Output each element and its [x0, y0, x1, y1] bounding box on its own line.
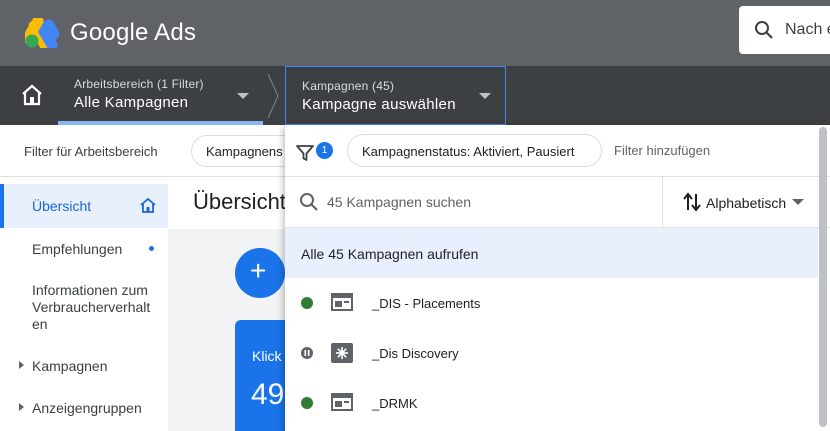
- campaign-name: _DIS - Placements: [372, 296, 481, 311]
- sort-label: Alphabetisch: [706, 195, 787, 211]
- campaign-list-item[interactable]: _DRMK: [285, 378, 818, 428]
- filter-funnel-icon: [296, 145, 314, 161]
- chevron-down-icon[interactable]: [479, 93, 491, 100]
- chevron-down-icon: [792, 199, 804, 205]
- sidebar-item-ad-groups[interactable]: Anzeigengruppen: [0, 387, 168, 429]
- chip-label: Kampagnenstatus: Aktiviert, Pausiert: [362, 144, 575, 159]
- global-search[interactable]: Nach e: [739, 6, 830, 54]
- plus-icon: +: [250, 255, 267, 286]
- campaign-name: _Dis Discovery: [372, 346, 459, 361]
- top-bar: Google Ads Nach e: [0, 0, 830, 66]
- scrollbar-thumb[interactable]: [819, 127, 827, 427]
- sidebar-item-label: Übersicht: [32, 198, 92, 214]
- page-title: Übersicht: [193, 189, 286, 214]
- sidebar-item-label: Anzeigengruppen: [32, 400, 142, 416]
- sidebar-item-label-line: en: [32, 316, 48, 332]
- workspace-value: Alle Kampagnen: [74, 94, 189, 111]
- campaign-selector[interactable]: Kampagnen (45) Kampagne auswählen: [285, 66, 506, 125]
- workspace-label: Arbeitsbereich (1 Filter): [74, 77, 204, 91]
- sidebar-item-overview[interactable]: Übersicht: [0, 184, 168, 228]
- sidebar-item-recommendations[interactable]: Empfehlungen: [0, 228, 168, 270]
- campaign-list-item[interactable]: _Dis Discovery: [285, 328, 818, 378]
- dropdown-scrollbar[interactable]: [819, 127, 827, 427]
- search-icon: [300, 193, 318, 211]
- campaign-status-filter-chip[interactable]: Kampagnenstatus: Aktiviert, Pausiert: [347, 134, 602, 167]
- metric-value: 49: [251, 378, 285, 411]
- google-ads-logo-icon[interactable]: [25, 18, 59, 48]
- sidebar: Übersicht Empfehlungen Informationen zum…: [0, 177, 168, 431]
- expand-arrow-icon[interactable]: [19, 403, 24, 411]
- sort-dropdown[interactable]: Alphabetisch: [662, 177, 830, 227]
- paused-status-icon: [301, 347, 313, 359]
- expand-arrow-icon[interactable]: [19, 361, 24, 369]
- sidebar-item-label-line: Verbraucherverhalt: [32, 299, 151, 315]
- sort-icon: [683, 192, 701, 212]
- display-icon: [331, 293, 353, 311]
- active-indicator: [0, 184, 4, 228]
- enabled-status-icon: [301, 297, 313, 309]
- campaign-name: _DRMK: [372, 396, 418, 411]
- display-icon: [331, 393, 353, 411]
- discovery-icon: [331, 343, 353, 363]
- campaign-selector-value: Kampagne auswählen: [302, 96, 456, 113]
- home-icon: [140, 198, 156, 213]
- create-button[interactable]: +: [235, 248, 285, 298]
- campaign-search-input[interactable]: [327, 187, 647, 217]
- filter-count-badge: 1: [316, 142, 333, 159]
- workspace-selector[interactable]: Arbeitsbereich (1 Filter) Alle Kampagnen: [74, 77, 204, 111]
- campaign-selector-label: Kampagnen (45): [302, 79, 395, 93]
- navigation-bar: Arbeitsbereich (1 Filter) Alle Kampagnen…: [0, 66, 830, 125]
- sidebar-item-consumer-insights[interactable]: Informationen zum Verbraucherverhalt en: [0, 273, 168, 337]
- workspace-filter-label: Filter für Arbeitsbereich: [24, 144, 158, 159]
- sidebar-item-campaigns[interactable]: Kampagnen: [0, 345, 168, 387]
- metric-label: Klick: [252, 348, 282, 364]
- dropdown-filter-row: 1 Kampagnenstatus: Aktiviert, Pausiert F…: [285, 125, 830, 177]
- filter-button[interactable]: 1: [295, 137, 333, 167]
- chip-label: Kampagnens: [206, 144, 283, 159]
- dropdown-search-row: Alphabetisch: [285, 176, 830, 228]
- sidebar-item-label: Kampagnen: [32, 358, 108, 374]
- view-all-label: Alle 45 Kampagnen aufrufen: [301, 246, 479, 262]
- chevron-down-icon[interactable]: [237, 93, 249, 100]
- view-all-campaigns-item[interactable]: Alle 45 Kampagnen aufrufen: [285, 228, 818, 278]
- home-icon[interactable]: [20, 84, 44, 106]
- search-icon: [755, 21, 773, 39]
- add-filter-link[interactable]: Filter hinzufügen: [614, 143, 710, 158]
- campaign-list-item[interactable]: _DIS - Placements: [285, 278, 818, 328]
- breadcrumb-chevron-icon: [267, 73, 279, 119]
- campaign-picker-dropdown: 1 Kampagnenstatus: Aktiviert, Pausiert F…: [285, 125, 830, 431]
- brand-name: Google Ads: [70, 19, 197, 46]
- notification-dot: [149, 246, 154, 251]
- sidebar-item-label-line: Informationen zum: [32, 282, 148, 298]
- sidebar-item-label: Empfehlungen: [32, 241, 123, 257]
- search-input[interactable]: Nach e: [785, 21, 830, 39]
- enabled-status-icon: [301, 397, 313, 409]
